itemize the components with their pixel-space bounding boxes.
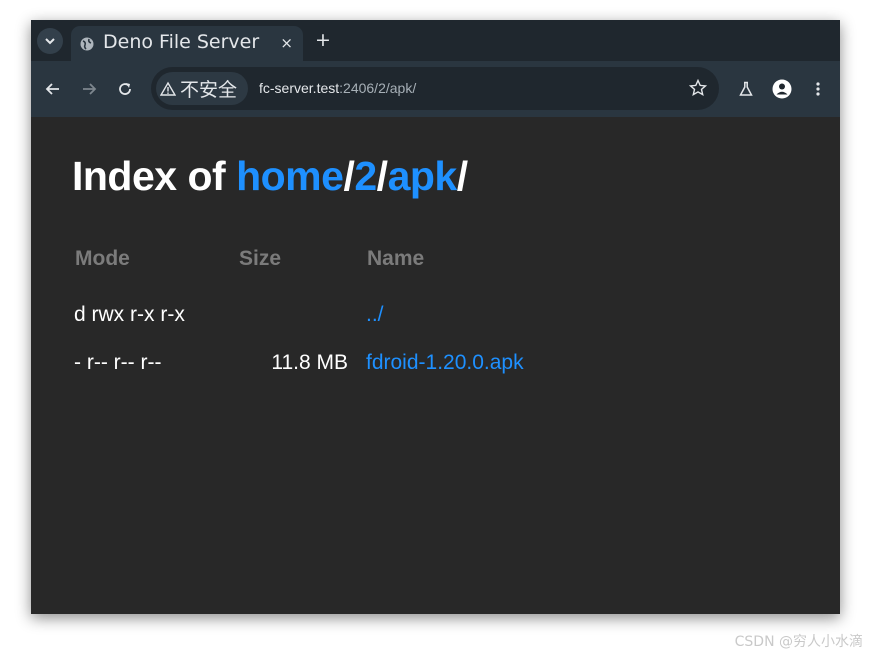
security-chip[interactable]: 不安全 xyxy=(156,72,248,105)
page-content: Index of home/2/apk/ Mode Size Name d rw… xyxy=(31,117,840,614)
forward-button[interactable] xyxy=(78,78,100,100)
tab-search-button[interactable] xyxy=(37,28,63,54)
security-label: 不安全 xyxy=(180,79,238,101)
column-header-size: Size xyxy=(239,247,282,270)
menu-button[interactable] xyxy=(807,78,829,100)
labs-button[interactable] xyxy=(735,78,757,100)
chevron-down-icon xyxy=(45,38,55,45)
row-mode: - r-- r-- r-- xyxy=(74,351,162,374)
tab-close-button[interactable]: × xyxy=(280,34,293,52)
reload-icon xyxy=(119,83,131,95)
back-button[interactable] xyxy=(42,78,64,100)
breadcrumb-apk[interactable]: apk xyxy=(388,153,458,199)
kebab-menu-icon xyxy=(816,82,820,96)
url-text[interactable]: fc-server.test:2406/2/apk/ xyxy=(259,80,416,96)
column-header-mode: Mode xyxy=(75,247,130,270)
file-link-parent[interactable]: ../ xyxy=(366,303,384,327)
breadcrumb-separator: / xyxy=(456,153,468,199)
breadcrumb-separator: / xyxy=(343,153,355,199)
tab-strip: Deno File Server × + xyxy=(31,20,840,61)
breadcrumb-home[interactable]: home xyxy=(236,153,344,199)
address-bar[interactable]: 不安全 fc-server.test:2406/2/apk/ xyxy=(151,67,719,110)
breadcrumb-2[interactable]: 2 xyxy=(354,153,377,199)
url-host: fc-server.test xyxy=(259,80,340,96)
file-link-apk[interactable]: fdroid-1.20.0.apk xyxy=(366,351,524,375)
title-prefix: Index of xyxy=(72,153,237,199)
page-title: Index of home/2/apk/ xyxy=(72,153,468,200)
tab-active[interactable]: Deno File Server × xyxy=(71,26,303,61)
arrow-left-icon xyxy=(45,83,59,95)
watermark: CSDN @穷人小水滴 xyxy=(734,634,863,650)
arrow-right-icon xyxy=(83,83,97,95)
column-header-name: Name xyxy=(367,247,425,270)
flask-icon xyxy=(739,81,753,96)
bookmark-star-icon[interactable] xyxy=(689,79,707,97)
tab-title: Deno File Server xyxy=(103,31,260,53)
profile-button[interactable] xyxy=(771,78,793,100)
globe-icon xyxy=(80,37,94,51)
browser-window: Deno File Server × + 不安全 fc-server.test:… xyxy=(31,20,840,614)
url-path: :2406/2/apk/ xyxy=(339,80,417,96)
warning-icon xyxy=(160,81,176,96)
row-size: 11.8 MB xyxy=(271,351,348,374)
reload-button[interactable] xyxy=(114,78,136,100)
row-mode: d rwx r-x r-x xyxy=(74,303,185,326)
new-tab-button[interactable]: + xyxy=(315,29,331,51)
avatar-icon xyxy=(772,79,792,99)
browser-toolbar: 不安全 fc-server.test:2406/2/apk/ xyxy=(31,61,840,117)
breadcrumb-separator: / xyxy=(376,153,388,199)
